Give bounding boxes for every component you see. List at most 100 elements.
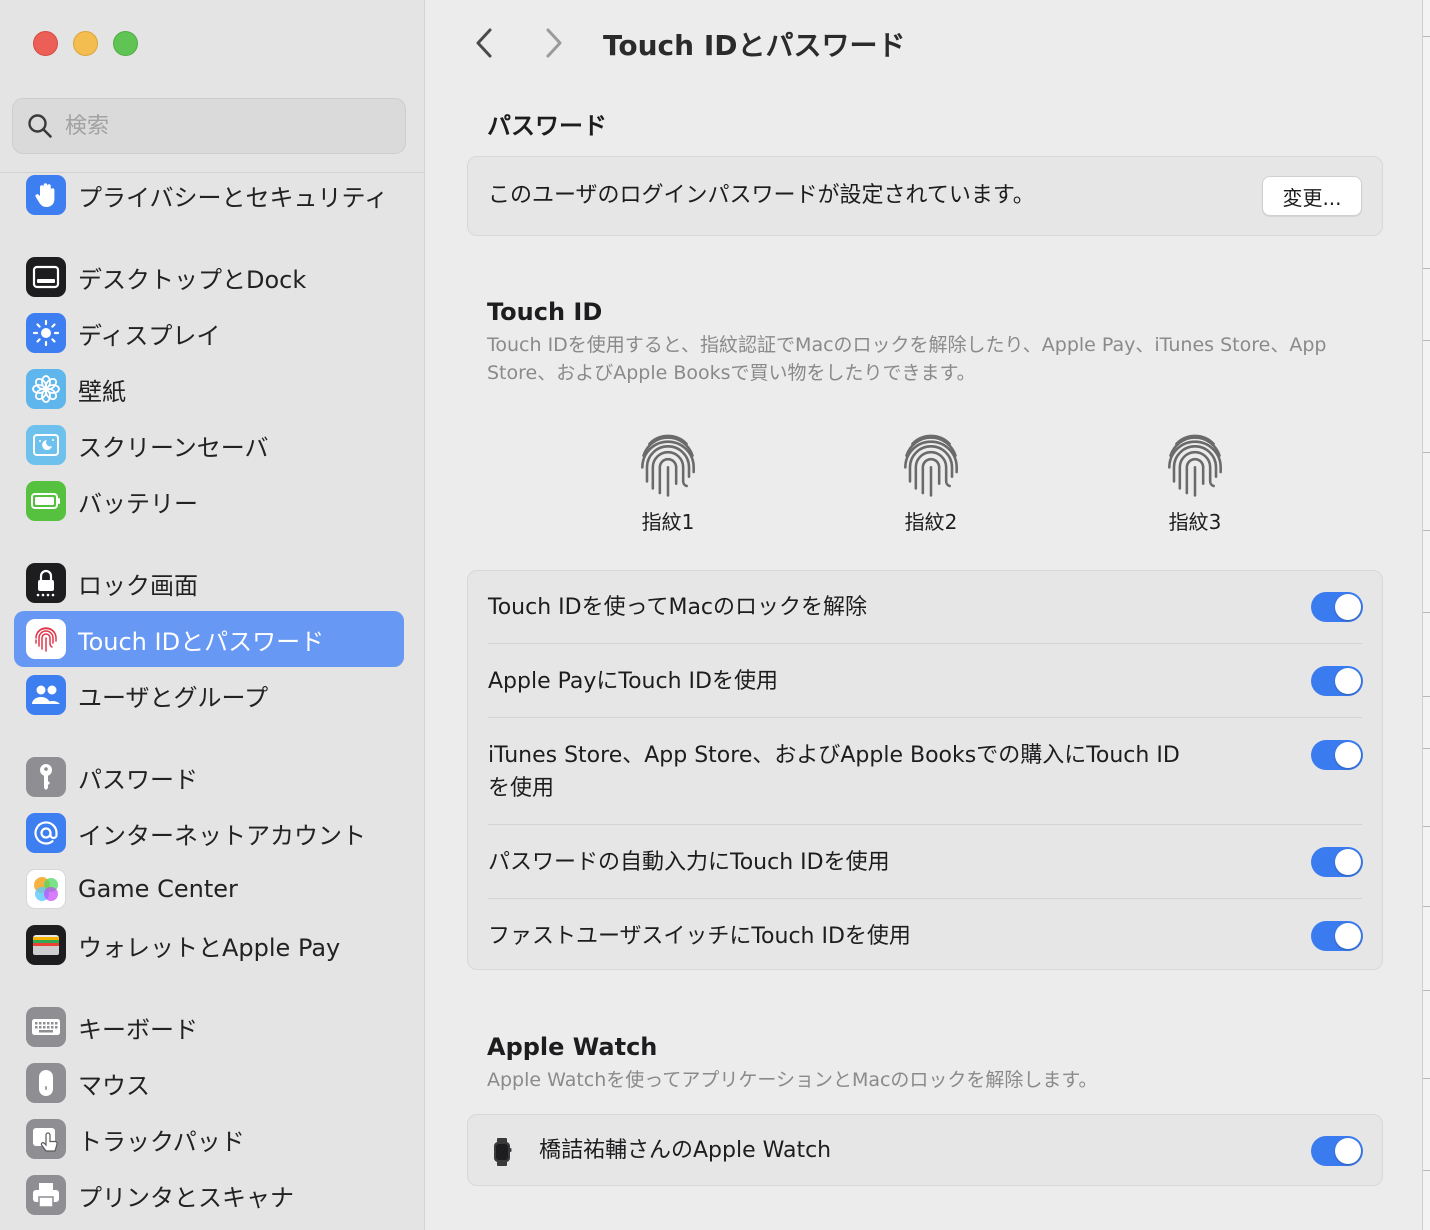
sidebar-item-internet-accounts[interactable]: インターネットアカウント xyxy=(14,805,404,861)
option-unlock-mac-toggle[interactable] xyxy=(1311,592,1363,622)
sidebar-item-label: Game Center xyxy=(78,875,238,903)
sidebar-item-printers-scanners[interactable]: プリンタとスキャナ xyxy=(14,1167,404,1223)
fingerprint-label: 指紋2 xyxy=(904,510,958,534)
divider xyxy=(488,898,1362,899)
option-fast-user-switch-toggle[interactable] xyxy=(1311,921,1363,951)
sidebar-item-wallpaper[interactable]: 壁紙 xyxy=(14,361,404,417)
flower-icon xyxy=(26,369,66,409)
page-title: Touch IDとパスワード xyxy=(603,29,906,62)
touchid-options-card: Touch IDを使ってMacのロックを解除 Apple PayにTouch I… xyxy=(467,570,1383,970)
sidebar-item-label: ユーザとグループ xyxy=(78,683,269,712)
option-password-autofill-label: パスワードの自動入力にTouch IDを使用 xyxy=(488,850,890,875)
zoom-window-button[interactable] xyxy=(113,31,138,56)
option-applepay-label: Apple PayにTouch IDを使用 xyxy=(488,669,778,694)
fingerprint-slot-1[interactable]: 指紋1 xyxy=(608,430,728,535)
lock-icon xyxy=(26,563,66,603)
sidebar-nav: プライバシーとセキュリティ デスクトップとDock ディスプレイ 壁紙 スクリー… xyxy=(0,172,424,1230)
key-icon xyxy=(26,757,66,797)
watch-icon xyxy=(494,1138,512,1166)
touchid-description: Touch IDを使用すると、指紋認証でMacのロックを解除したり、Apple … xyxy=(487,334,1327,384)
option-password-autofill-toggle[interactable] xyxy=(1311,847,1363,877)
divider xyxy=(488,643,1362,644)
chevron-right-icon xyxy=(546,28,562,58)
users-icon xyxy=(26,675,66,715)
fingerprint-icon xyxy=(904,434,958,497)
back-button[interactable] xyxy=(466,24,502,62)
fingerprint-slot-3[interactable]: 指紋3 xyxy=(1135,430,1255,535)
sidebar-item-label: プライバシーとセキュリティ xyxy=(78,183,389,212)
search-icon xyxy=(28,114,52,138)
keyboard-icon xyxy=(26,1007,66,1047)
sidebar-item-label: トラックパッド xyxy=(78,1127,245,1156)
sidebar-item-label: ロック画面 xyxy=(78,571,198,600)
battery-icon xyxy=(26,481,66,521)
fingerprint-icon xyxy=(26,619,66,659)
password-status-text: このユーザのログインパスワードが設定されています。 xyxy=(488,183,1035,208)
sidebar-item-label: プリンタとスキャナ xyxy=(78,1183,294,1212)
screensaver-icon xyxy=(26,425,66,465)
password-card: このユーザのログインパスワードが設定されています。 変更... xyxy=(467,156,1383,236)
sidebar-item-trackpad[interactable]: トラックパッド xyxy=(14,1111,404,1167)
settings-window: プライバシーとセキュリティ デスクトップとDock ディスプレイ 壁紙 xyxy=(0,0,1422,1230)
forward-button[interactable] xyxy=(536,24,572,62)
chevron-left-icon xyxy=(476,28,492,58)
sidebar-item-mouse[interactable]: マウス xyxy=(14,1055,404,1111)
divider xyxy=(488,717,1362,718)
sidebar-item-label: マウス xyxy=(78,1071,150,1100)
sidebar-item-desktop-dock[interactable]: デスクトップとDock xyxy=(14,249,404,305)
apple-watch-unlock-toggle[interactable] xyxy=(1311,1136,1363,1166)
background-window-edge xyxy=(1422,0,1430,1230)
sidebar-item-display[interactable]: ディスプレイ xyxy=(14,305,404,361)
sidebar-item-label: バッテリー xyxy=(78,489,198,518)
sidebar-item-wallet-applepay[interactable]: ウォレットとApple Pay xyxy=(14,917,404,973)
sidebar-item-label: デスクトップとDock xyxy=(78,265,307,294)
search-field[interactable] xyxy=(12,98,406,154)
change-password-button[interactable]: 変更... xyxy=(1262,176,1362,216)
at-icon xyxy=(26,813,66,853)
option-unlock-mac-label: Touch IDを使ってMacのロックを解除 xyxy=(488,595,868,620)
option-store-purchases-label: iTunes Store、App Store、およびApple Booksでの購… xyxy=(488,743,1180,801)
sidebar-item-touchid-password[interactable]: Touch IDとパスワード xyxy=(14,611,404,667)
trackpad-icon xyxy=(26,1119,66,1159)
option-store-purchases-toggle[interactable] xyxy=(1311,740,1363,770)
wallet-icon xyxy=(26,925,66,965)
sidebar-item-label: インターネットアカウント xyxy=(78,821,366,850)
sidebar-item-label: パスワード xyxy=(78,765,198,794)
sidebar-item-screensaver[interactable]: スクリーンセーバ xyxy=(14,417,404,473)
sidebar-item-label: スクリーンセーバ xyxy=(78,433,269,462)
fingerprint-icon xyxy=(1168,434,1222,497)
option-applepay-toggle[interactable] xyxy=(1311,666,1363,696)
sidebar-item-users-groups[interactable]: ユーザとグループ xyxy=(14,667,404,723)
sidebar-item-game-center[interactable]: Game Center xyxy=(14,861,404,917)
sidebar-item-battery[interactable]: バッテリー xyxy=(14,473,404,529)
apple-watch-card: 橋詰祐輔さんのApple Watch xyxy=(467,1114,1383,1186)
apple-watch-description: Apple Watchを使ってアプリケーションとMacのロックを解除します。 xyxy=(487,1069,1098,1091)
sidebar-item-label: キーボード xyxy=(78,1015,198,1044)
sidebar-item-privacy-security[interactable]: プライバシーとセキュリティ xyxy=(14,167,404,223)
search-input[interactable] xyxy=(65,113,365,139)
fingerprint-slot-2[interactable]: 指紋2 xyxy=(871,430,991,535)
main-pane: Touch IDとパスワード パスワード このユーザのログインパスワードが設定さ… xyxy=(426,0,1422,1230)
apple-watch-device-label: 橋詰祐輔さんのApple Watch xyxy=(539,1138,832,1163)
sidebar: プライバシーとセキュリティ デスクトップとDock ディスプレイ 壁紙 xyxy=(0,0,425,1230)
minimize-window-button[interactable] xyxy=(73,31,98,56)
sidebar-item-keyboard[interactable]: キーボード xyxy=(14,999,404,1055)
mouse-icon xyxy=(26,1063,66,1103)
sidebar-item-passwords[interactable]: パスワード xyxy=(14,749,404,805)
option-fast-user-switch-label: ファストユーザスイッチにTouch IDを使用 xyxy=(488,924,911,949)
dock-icon xyxy=(26,257,66,297)
hand-icon xyxy=(26,175,66,215)
sidebar-item-label: ウォレットとApple Pay xyxy=(78,933,341,962)
fingerprint-icon xyxy=(641,434,695,497)
sidebar-item-label: 壁紙 xyxy=(78,377,126,406)
close-window-button[interactable] xyxy=(33,31,58,56)
game-center-icon xyxy=(26,869,66,909)
sidebar-item-label: Touch IDとパスワード xyxy=(78,627,325,656)
printer-icon xyxy=(26,1175,66,1215)
sidebar-item-lock-screen[interactable]: ロック画面 xyxy=(14,555,404,611)
apple-watch-section-title: Apple Watch xyxy=(487,1033,658,1061)
touchid-section-title: Touch ID xyxy=(487,298,603,326)
password-section-title: パスワード xyxy=(487,112,607,140)
sun-icon xyxy=(26,313,66,353)
fingerprint-label: 指紋3 xyxy=(1168,510,1222,534)
